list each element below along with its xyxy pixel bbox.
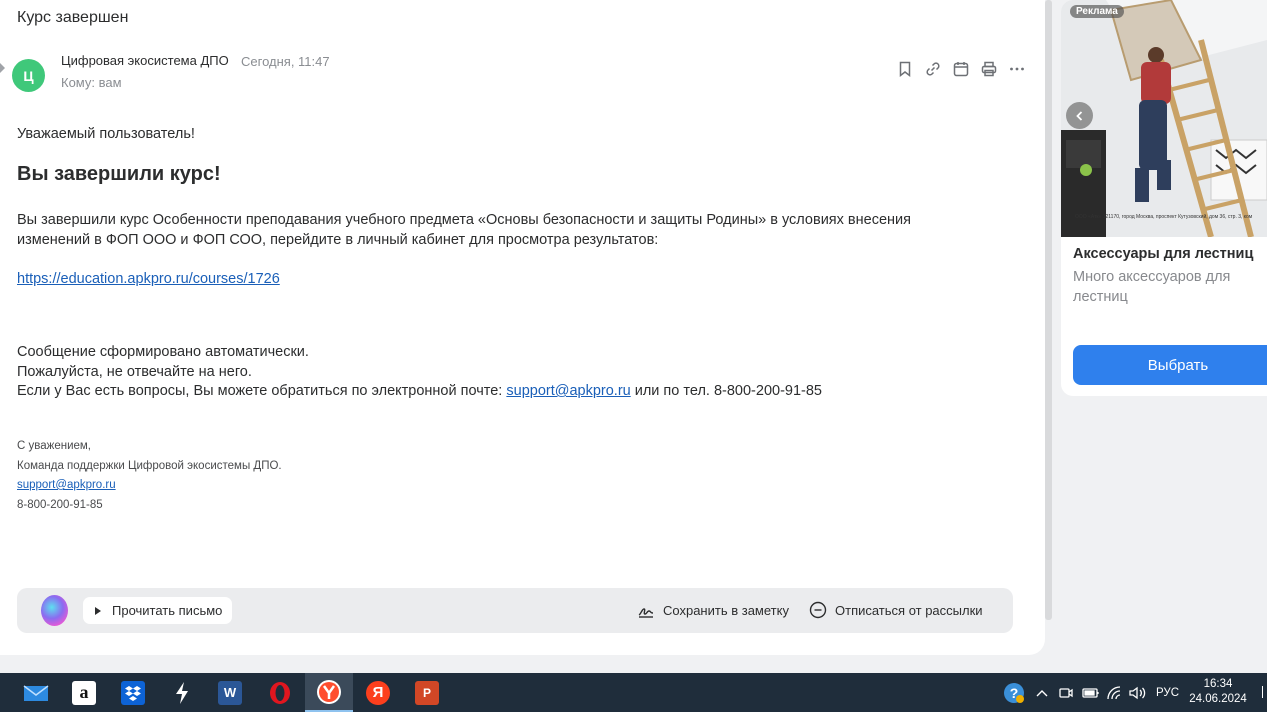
auto-message-block: Сообщение сформировано автоматически. По…	[17, 342, 822, 401]
headline-text: Вы завершили курс!	[17, 163, 221, 185]
mail-date: Сегодня, 11:47	[241, 54, 330, 69]
tray-clock[interactable]: 16:34 24.06.2024	[1188, 677, 1248, 707]
action-bar: Прочитать письмо Сохранить в заметку Отп…	[17, 588, 1013, 633]
print-icon[interactable]	[980, 59, 998, 79]
tray-battery[interactable]	[1082, 673, 1100, 712]
save-note-label: Сохранить в заметку	[663, 602, 789, 618]
clock-time: 16:34	[1203, 678, 1233, 690]
ad-image[interactable]: Реклама ООО «Атк» 121170, город Москва, …	[1061, 0, 1267, 237]
auto-line-3-prefix: Если у Вас есть вопросы, Вы можете обрат…	[17, 383, 507, 399]
powerpoint-icon: P	[415, 680, 439, 705]
mail-toolbar	[896, 59, 1026, 79]
signature-block: С уважением, Команда поддержки Цифровой …	[17, 437, 282, 515]
calendar-icon[interactable]	[952, 59, 970, 79]
save-note-button[interactable]: Сохранить в заметку	[637, 601, 789, 619]
support-email-link[interactable]: support@apkpro.ru	[506, 383, 630, 399]
ad-small-print: ООО «Атк» 121170, город Москва, проспект…	[1075, 214, 1253, 220]
tray-help[interactable]: ?	[1003, 673, 1025, 712]
taskbar: a W Я P ? РУС 16:34 24.06.2024	[0, 673, 1267, 712]
ad-card[interactable]: Реклама ООО «Атк» 121170, город Москва, …	[1061, 0, 1267, 396]
sender-name[interactable]: Цифровая экосистема ДПО	[61, 53, 229, 68]
taskbar-yandex-browser[interactable]	[305, 673, 353, 712]
show-desktop-button[interactable]	[1262, 686, 1267, 698]
taskbar-powerpoint[interactable]: P	[403, 673, 451, 712]
signature-line-2: Команда поддержки Цифровой экосистемы ДП…	[17, 459, 282, 472]
screen: Курс завершен Ц Цифровая экосистема ДПО …	[0, 0, 1267, 712]
tray-language[interactable]: РУС	[1156, 673, 1179, 712]
taskbar-yandex[interactable]: Я	[354, 673, 402, 712]
scrollbar-thumb[interactable]	[1045, 0, 1052, 620]
play-icon	[95, 606, 101, 615]
signature-line-1: С уважением,	[17, 440, 91, 452]
recipient-label: Кому:	[61, 75, 95, 90]
ad-prev-button[interactable]	[1066, 102, 1093, 129]
mail-app-icon	[23, 684, 49, 701]
yandex-icon: Я	[366, 680, 390, 705]
more-icon[interactable]	[1008, 59, 1026, 79]
course-paragraph: Вы завершили курс Особенности преподаван…	[17, 212, 911, 248]
dropbox-icon	[121, 680, 145, 705]
course-link[interactable]: https://education.apkpro.ru/courses/1726	[17, 269, 280, 289]
greeting-text: Уважаемый пользователь!	[17, 126, 195, 142]
word-icon: W	[218, 680, 242, 705]
battery-icon	[1082, 687, 1099, 698]
taskbar-amazon[interactable]: a	[60, 673, 108, 712]
signature-pen-icon	[638, 608, 654, 618]
tray-meet[interactable]	[1058, 673, 1074, 712]
tray-wifi[interactable]	[1106, 673, 1124, 712]
ad-badge: Реклама	[1070, 5, 1124, 18]
tray-chevron[interactable]	[1035, 673, 1049, 712]
collapse-arrow-icon[interactable]	[0, 63, 5, 73]
amazon-icon: a	[72, 680, 96, 705]
taskbar-dropbox[interactable]	[109, 673, 157, 712]
ad-title[interactable]: Аксессуары для лестниц	[1073, 246, 1253, 262]
taskbar-mail[interactable]	[12, 673, 60, 712]
taskbar-opera[interactable]	[256, 673, 304, 712]
wifi-icon	[1107, 685, 1121, 699]
volume-icon	[1129, 686, 1146, 699]
assistant-orb-icon[interactable]	[41, 595, 68, 626]
unsubscribe-button[interactable]: Отписаться от рассылки	[809, 601, 983, 619]
auto-line-3: Если у Вас есть вопросы, Вы можете обрат…	[17, 381, 822, 401]
mail-pane: Курс завершен Ц Цифровая экосистема ДПО …	[0, 0, 1045, 655]
taskbar-word[interactable]: W	[206, 673, 254, 712]
opera-icon	[270, 681, 290, 704]
help-icon: ?	[1004, 682, 1024, 703]
recipient-value[interactable]: вам	[99, 75, 122, 90]
bolt-icon	[176, 681, 188, 704]
signature-phone: 8-800-200-91-85	[17, 498, 103, 511]
recipient-line: Кому: вам	[61, 75, 122, 90]
ad-choose-button[interactable]: Выбрать	[1073, 345, 1267, 385]
clock-date: 24.06.2024	[1189, 693, 1247, 705]
unsubscribe-label: Отписаться от рассылки	[835, 602, 983, 618]
tray-volume[interactable]	[1128, 673, 1148, 712]
chevron-left-icon	[1075, 110, 1082, 121]
ad-description: Много аксессуаров для лестниц	[1073, 269, 1231, 305]
mail-subject: Курс завершен	[17, 9, 129, 26]
signature-email-link[interactable]: support@apkpro.ru	[17, 476, 282, 496]
camera-icon	[1059, 687, 1073, 698]
yandex-browser-icon	[317, 679, 341, 704]
auto-line-1: Сообщение сформировано автоматически.	[17, 344, 309, 360]
link-icon[interactable]	[924, 59, 942, 79]
read-letter-button[interactable]: Прочитать письмо	[83, 597, 233, 624]
chevron-up-icon	[1036, 689, 1048, 696]
taskbar-bolt[interactable]	[158, 673, 206, 712]
sender-avatar[interactable]: Ц	[12, 59, 45, 92]
minus-circle-icon	[809, 601, 827, 619]
auto-line-3-suffix: или по тел. 8-800-200-91-85	[630, 383, 822, 399]
bookmark-icon[interactable]	[896, 59, 914, 79]
auto-line-2: Пожалуйста, не отвечайте на него.	[17, 363, 252, 380]
read-letter-label: Прочитать письмо	[112, 603, 223, 618]
